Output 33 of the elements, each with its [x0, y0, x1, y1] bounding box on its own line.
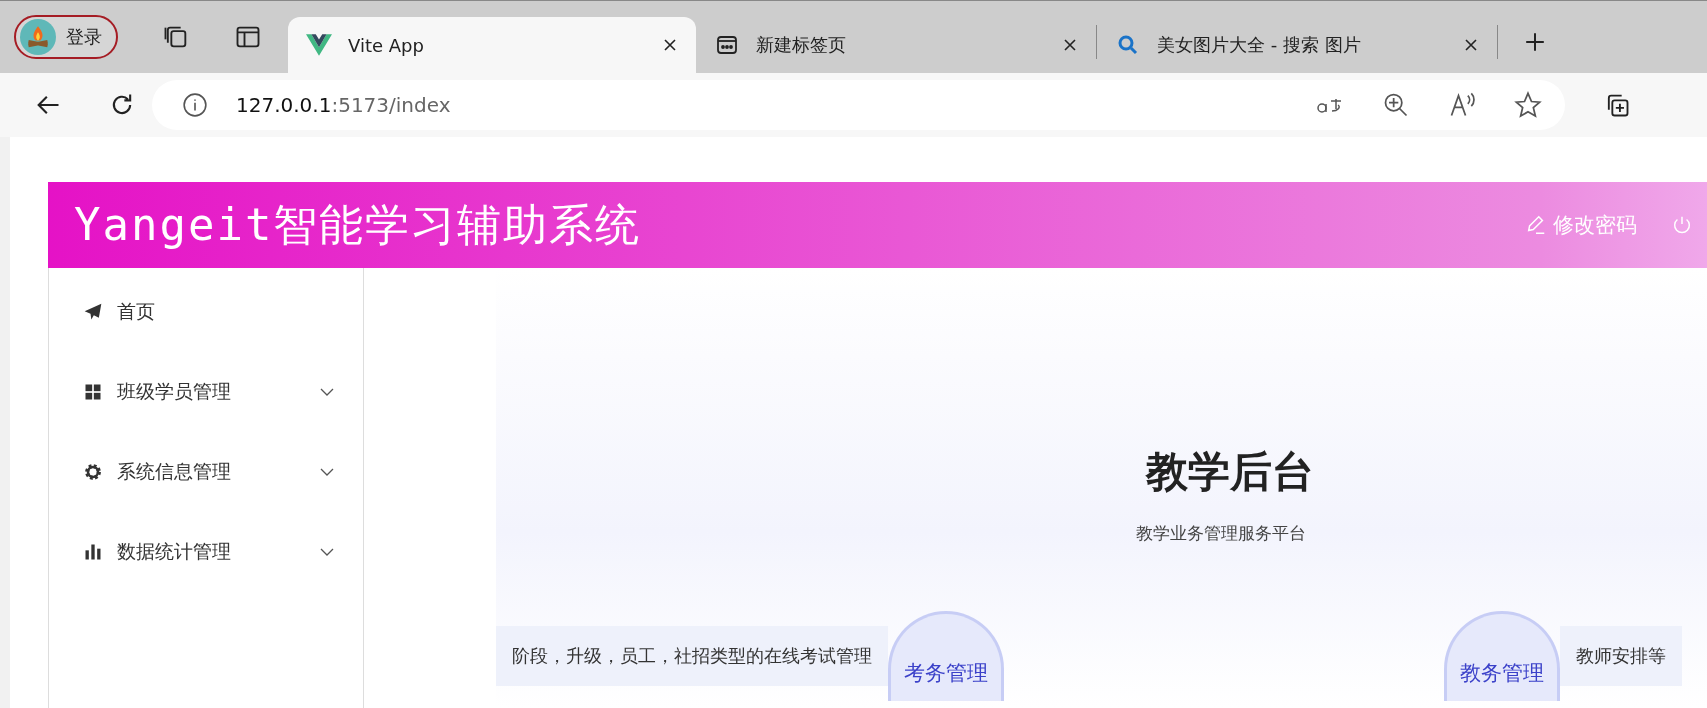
campfire-avatar-icon	[20, 19, 56, 55]
module-badge: 考务管理	[888, 611, 1004, 701]
pencil-icon	[1525, 214, 1547, 236]
hero-subtitle: 教学业务管理服务平台	[1136, 522, 1307, 545]
grid-icon	[83, 382, 103, 402]
star-icon[interactable]	[1513, 91, 1543, 119]
bar-chart-icon	[83, 542, 103, 562]
menu-item[interactable]: 系统信息管理	[49, 432, 363, 512]
paper-plane-icon	[83, 302, 103, 322]
close-icon[interactable]	[1062, 37, 1078, 53]
chevron-down-icon	[319, 547, 335, 557]
info-icon	[182, 92, 208, 118]
hero-title: 教学后台	[1146, 446, 1315, 498]
new-tab-icon[interactable]	[1524, 31, 1546, 53]
chevron-down-icon	[319, 467, 335, 477]
window-dots-icon	[714, 33, 740, 57]
module-description: 阶段，升级，员工，社招类型的在线考试管理	[496, 626, 888, 686]
close-icon[interactable]	[662, 37, 678, 53]
settings-icon	[83, 462, 103, 482]
module-badge: 教务管理	[1444, 611, 1560, 701]
menu-item[interactable]: 班级学员管理	[49, 352, 363, 432]
vue-logo-icon	[306, 33, 332, 57]
close-icon[interactable]	[1463, 37, 1479, 53]
browser-tab[interactable]: 美女图片大全 - 搜索 图片	[1097, 17, 1497, 73]
browser-tab[interactable]: 新建标签页	[696, 17, 1096, 73]
profile-button[interactable]: 登录	[14, 15, 118, 59]
address-field[interactable]: 127.0.0.1:5173/index	[152, 80, 1565, 130]
app-title: Yangeit智能学习辅助系统	[74, 197, 642, 252]
browser-tab[interactable]: Vite App	[288, 17, 696, 73]
module-description: 教师安排等	[1560, 626, 1682, 686]
menu-item[interactable]: 数据统计管理	[49, 512, 363, 592]
menu-item[interactable]: 首页	[49, 272, 363, 352]
chevron-down-icon	[319, 387, 335, 397]
